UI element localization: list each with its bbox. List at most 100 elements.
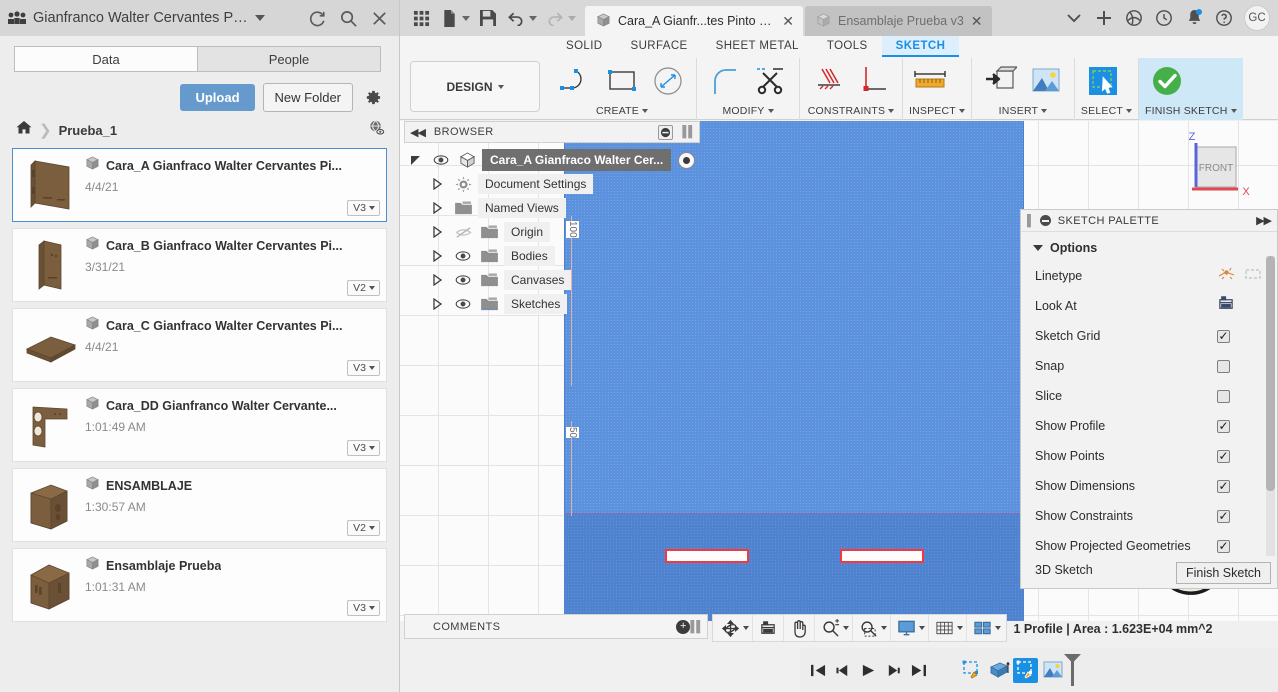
dimension-value-bottom[interactable]: 50 — [566, 427, 579, 439]
tree-node-bodies[interactable]: Bodies — [404, 244, 700, 268]
linetype-construction-icon[interactable] — [1243, 266, 1263, 287]
chevron-down-icon[interactable] — [1041, 109, 1048, 113]
timeline-go-end-button[interactable] — [906, 657, 931, 683]
timeline-step-back-button[interactable] — [831, 657, 856, 683]
collapse-left-icon[interactable]: ◀◀ — [410, 126, 426, 139]
options-section-header[interactable]: Options — [1021, 232, 1277, 261]
close-panel-icon[interactable] — [367, 6, 391, 30]
version-dropdown[interactable]: V3 — [347, 200, 380, 216]
look-at-nav[interactable] — [753, 615, 784, 641]
browser-minimize-icon[interactable] — [658, 124, 674, 140]
finish-sketch-button[interactable]: Finish Sketch — [1175, 562, 1271, 584]
chevron-down-icon[interactable] — [1230, 109, 1237, 113]
expand-arrow-icon[interactable] — [426, 298, 448, 310]
trim-scissors-icon[interactable] — [749, 61, 793, 101]
version-dropdown[interactable]: V3 — [347, 360, 380, 376]
ribbon-group-finish-sketch[interactable]: FINISH SKETCH — [1138, 58, 1243, 120]
list-item[interactable]: ENSAMBLAJE 1:30:57 AM V2 — [12, 468, 387, 542]
lower-profile-region[interactable] — [564, 514, 1024, 621]
visibility-eye-icon[interactable] — [430, 154, 452, 166]
tab-sketch[interactable]: SKETCH — [881, 36, 960, 57]
timeline-feature-extrude[interactable] — [986, 658, 1011, 683]
linetype-normal-icon[interactable] — [1217, 266, 1237, 287]
palette-row-linetype[interactable]: Linetype — [1021, 261, 1277, 291]
job-status-clock-icon[interactable] — [1150, 4, 1178, 32]
save-icon[interactable] — [475, 5, 501, 31]
finish-sketch-check-icon[interactable] — [1145, 61, 1189, 101]
timeline-feature-sketch-selected[interactable] — [1013, 657, 1038, 683]
version-dropdown[interactable]: V3 — [347, 600, 380, 616]
select-icon[interactable] — [1081, 61, 1125, 101]
visibility-eye-icon[interactable] — [452, 298, 474, 310]
list-item[interactable]: Cara_A Gianfraco Walter Cervantes Pi... … — [12, 148, 387, 222]
look-at-icon[interactable] — [756, 617, 780, 639]
snap-checkbox[interactable] — [1217, 359, 1230, 373]
refresh-icon[interactable] — [305, 6, 329, 30]
tab-people[interactable]: People — [197, 46, 381, 72]
close-tab-icon[interactable]: ✕ — [971, 14, 983, 28]
zoom-chevron-icon[interactable] — [843, 626, 849, 630]
version-dropdown[interactable]: V2 — [347, 280, 380, 296]
tab-data[interactable]: Data — [14, 46, 197, 72]
data-panel-gear-icon[interactable] — [361, 87, 383, 109]
new-tab-plus-icon[interactable] — [1090, 4, 1118, 32]
slot-rectangle-left[interactable] — [665, 549, 749, 563]
visibility-eye-icon[interactable] — [452, 250, 474, 262]
chevron-down-icon[interactable] — [888, 109, 895, 113]
zoom-window-chevron-icon[interactable] — [881, 626, 887, 630]
comments-panel[interactable]: COMMENTS + ▌▌ — [404, 614, 708, 639]
comments-drag-grip[interactable]: ▌▌ — [690, 621, 704, 633]
breadcrumb-current[interactable]: Prueba_1 — [59, 123, 118, 138]
search-icon[interactable] — [336, 6, 360, 30]
viewcube[interactable]: FRONT Z X — [1170, 131, 1256, 217]
version-dropdown[interactable]: V3 — [347, 440, 380, 456]
line-arc-icon[interactable] — [554, 61, 598, 101]
timeline-step-forward-button[interactable] — [881, 657, 906, 683]
palette-row-show-dimensions[interactable]: Show Dimensions — [1021, 471, 1277, 501]
display-chevron-icon[interactable] — [919, 626, 925, 630]
show-dimensions-checkbox[interactable] — [1217, 479, 1230, 493]
timeline-play-button[interactable] — [856, 657, 881, 683]
palette-row-show-projected-geometries[interactable]: Show Projected Geometries — [1021, 531, 1277, 561]
expand-arrow-icon[interactable] — [426, 274, 448, 286]
visibility-eye-off-icon[interactable] — [452, 226, 474, 239]
timeline-feature-sketch[interactable] — [959, 658, 984, 683]
list-item[interactable]: Ensamblaje Prueba 1:01:31 AM V3 — [12, 548, 387, 622]
tab-sheet-metal[interactable]: SHEET METAL — [702, 36, 813, 55]
display-monitor-icon[interactable] — [894, 617, 918, 639]
look-at-icon[interactable] — [1217, 295, 1235, 317]
hub-chevron-down-icon[interactable] — [255, 15, 265, 21]
chevron-down-icon[interactable] — [1125, 109, 1132, 113]
zoom-icon[interactable] — [818, 617, 842, 639]
extensions-icon[interactable] — [1120, 4, 1148, 32]
document-tab-active[interactable]: Cara_A Gianfr...tes Pinto v3* ✕ — [585, 6, 803, 36]
app-grid-icon[interactable] — [408, 5, 434, 31]
tree-node-root[interactable]: Cara_A Gianfraco Walter Cer... — [404, 148, 700, 172]
add-comment-icon[interactable]: + — [676, 619, 691, 634]
tree-node-canvases[interactable]: Canvases — [404, 268, 700, 292]
tree-node-document-settings[interactable]: Document Settings — [404, 172, 700, 196]
palette-row-show-points[interactable]: Show Points — [1021, 441, 1277, 471]
activate-component-radio[interactable] — [678, 151, 696, 169]
circle-icon[interactable] — [646, 61, 690, 101]
zoom-window-icon[interactable] — [856, 617, 880, 639]
tree-node-named-views[interactable]: Named Views — [404, 196, 700, 220]
slice-checkbox[interactable] — [1217, 389, 1230, 403]
palette-row-slice[interactable]: Slice — [1021, 381, 1277, 411]
insert-derive-icon[interactable] — [978, 61, 1022, 101]
zoom-nav[interactable] — [815, 615, 853, 641]
insert-canvas-image-icon[interactable] — [1024, 61, 1068, 101]
tab-surface[interactable]: SURFACE — [617, 36, 702, 55]
perpendicular-constraint-icon[interactable] — [852, 61, 896, 101]
expand-arrow-icon[interactable] — [404, 154, 426, 167]
tab-solid[interactable]: SOLID — [552, 36, 617, 55]
display-settings-nav[interactable] — [891, 615, 929, 641]
design-workspace-dropdown[interactable]: DESIGN — [410, 61, 540, 112]
redo-chevron-icon[interactable] — [568, 15, 576, 21]
tab-tools[interactable]: TOOLS — [813, 36, 882, 55]
expand-arrow-icon[interactable] — [426, 226, 448, 238]
palette-row-show-profile[interactable]: Show Profile — [1021, 411, 1277, 441]
globe-visibility-icon[interactable] — [368, 119, 385, 141]
close-tab-icon[interactable]: ✕ — [782, 14, 794, 28]
rectangle-icon[interactable] — [600, 61, 644, 101]
